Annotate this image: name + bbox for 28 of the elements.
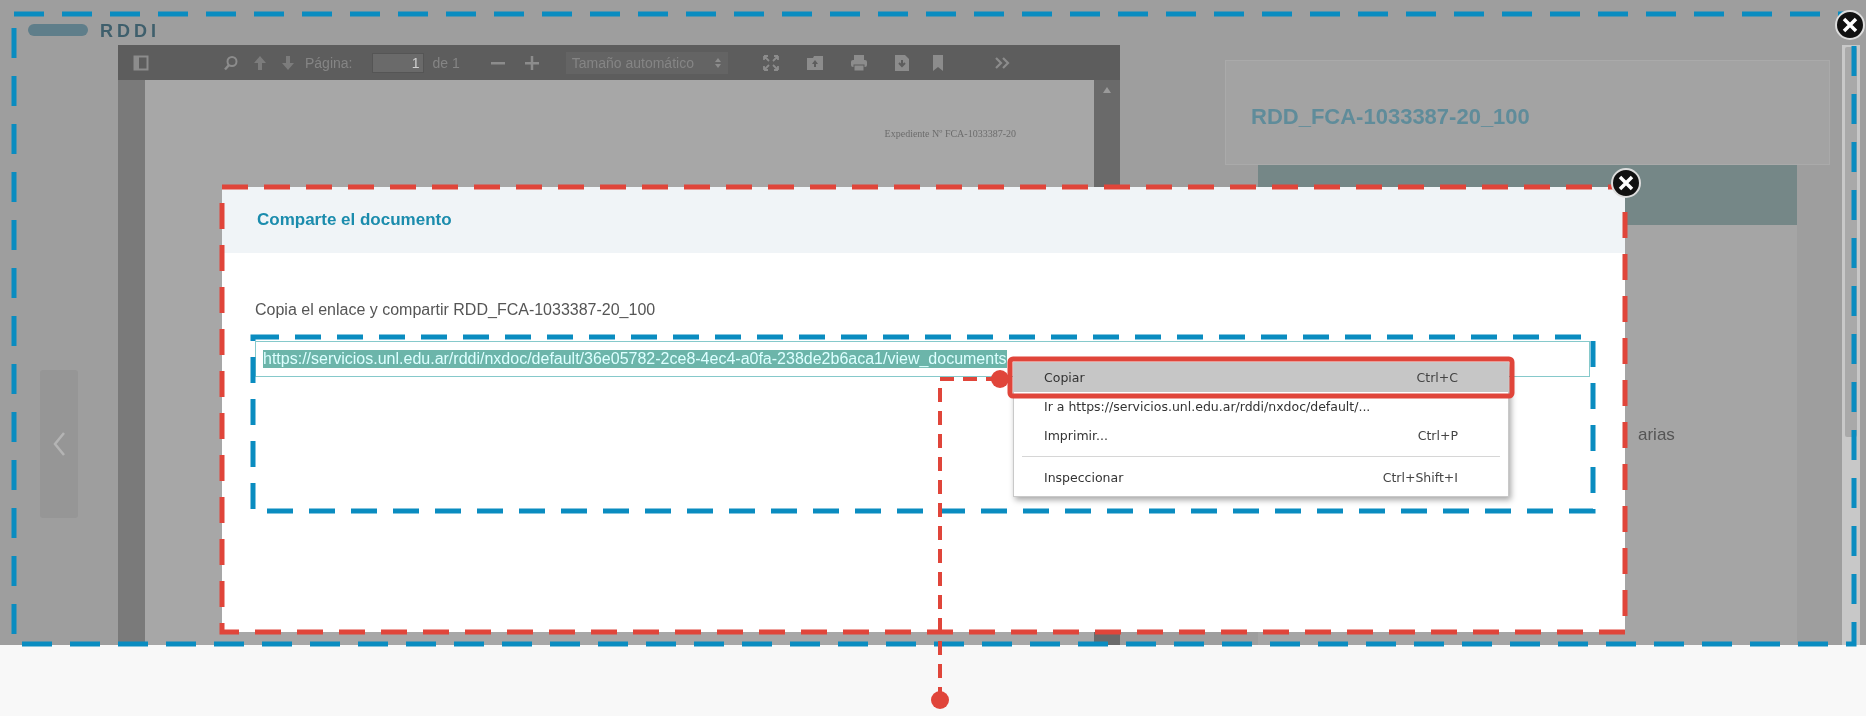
- logo-text: RDDI: [100, 21, 160, 41]
- menu-item[interactable]: Imprimir... Ctrl+P: [1014, 421, 1508, 450]
- sidebar-toggle-icon[interactable]: [133, 54, 149, 71]
- bookmark-icon[interactable]: [931, 53, 944, 72]
- previous-button[interactable]: [40, 370, 78, 518]
- search-icon[interactable]: [223, 54, 239, 71]
- instruction-text: Copia el enlace y compartir RDD_FCA-1033387-20_100: [255, 301, 656, 319]
- close-icon[interactable]: [1835, 10, 1865, 40]
- logo-badge: [28, 24, 88, 36]
- scroll-up-icon: [1102, 86, 1112, 94]
- menu-item[interactable]: Inspeccionar Ctrl+Shift+I: [1014, 463, 1508, 492]
- side-panel-text: arias: [1638, 425, 1675, 444]
- zoom-in-icon[interactable]: [523, 54, 540, 71]
- menu-item[interactable]: Ir a https://servicios.unl.edu.ar/rddi/nxdoc/default/...: [1014, 392, 1508, 421]
- double-chevron-icon[interactable]: [993, 55, 1012, 70]
- open-file-icon[interactable]: [805, 53, 824, 72]
- print-icon[interactable]: [849, 53, 868, 72]
- fullscreen-icon[interactable]: [761, 53, 780, 72]
- select-arrows-icon: [713, 56, 722, 69]
- menu-item[interactable]: Copiar Ctrl+C: [1014, 363, 1508, 392]
- dialog-title: Comparte el documento: [257, 210, 452, 230]
- page-number-field[interactable]: 1: [372, 52, 425, 73]
- close-icon[interactable]: [1611, 168, 1641, 198]
- document-title: RDD_FCA-1033387-20_100: [1251, 104, 1530, 129]
- arrow-down-icon[interactable]: [281, 54, 295, 71]
- arrow-up-icon[interactable]: [253, 54, 267, 71]
- download-icon[interactable]: [893, 53, 910, 72]
- chevron-left-icon: [52, 431, 66, 457]
